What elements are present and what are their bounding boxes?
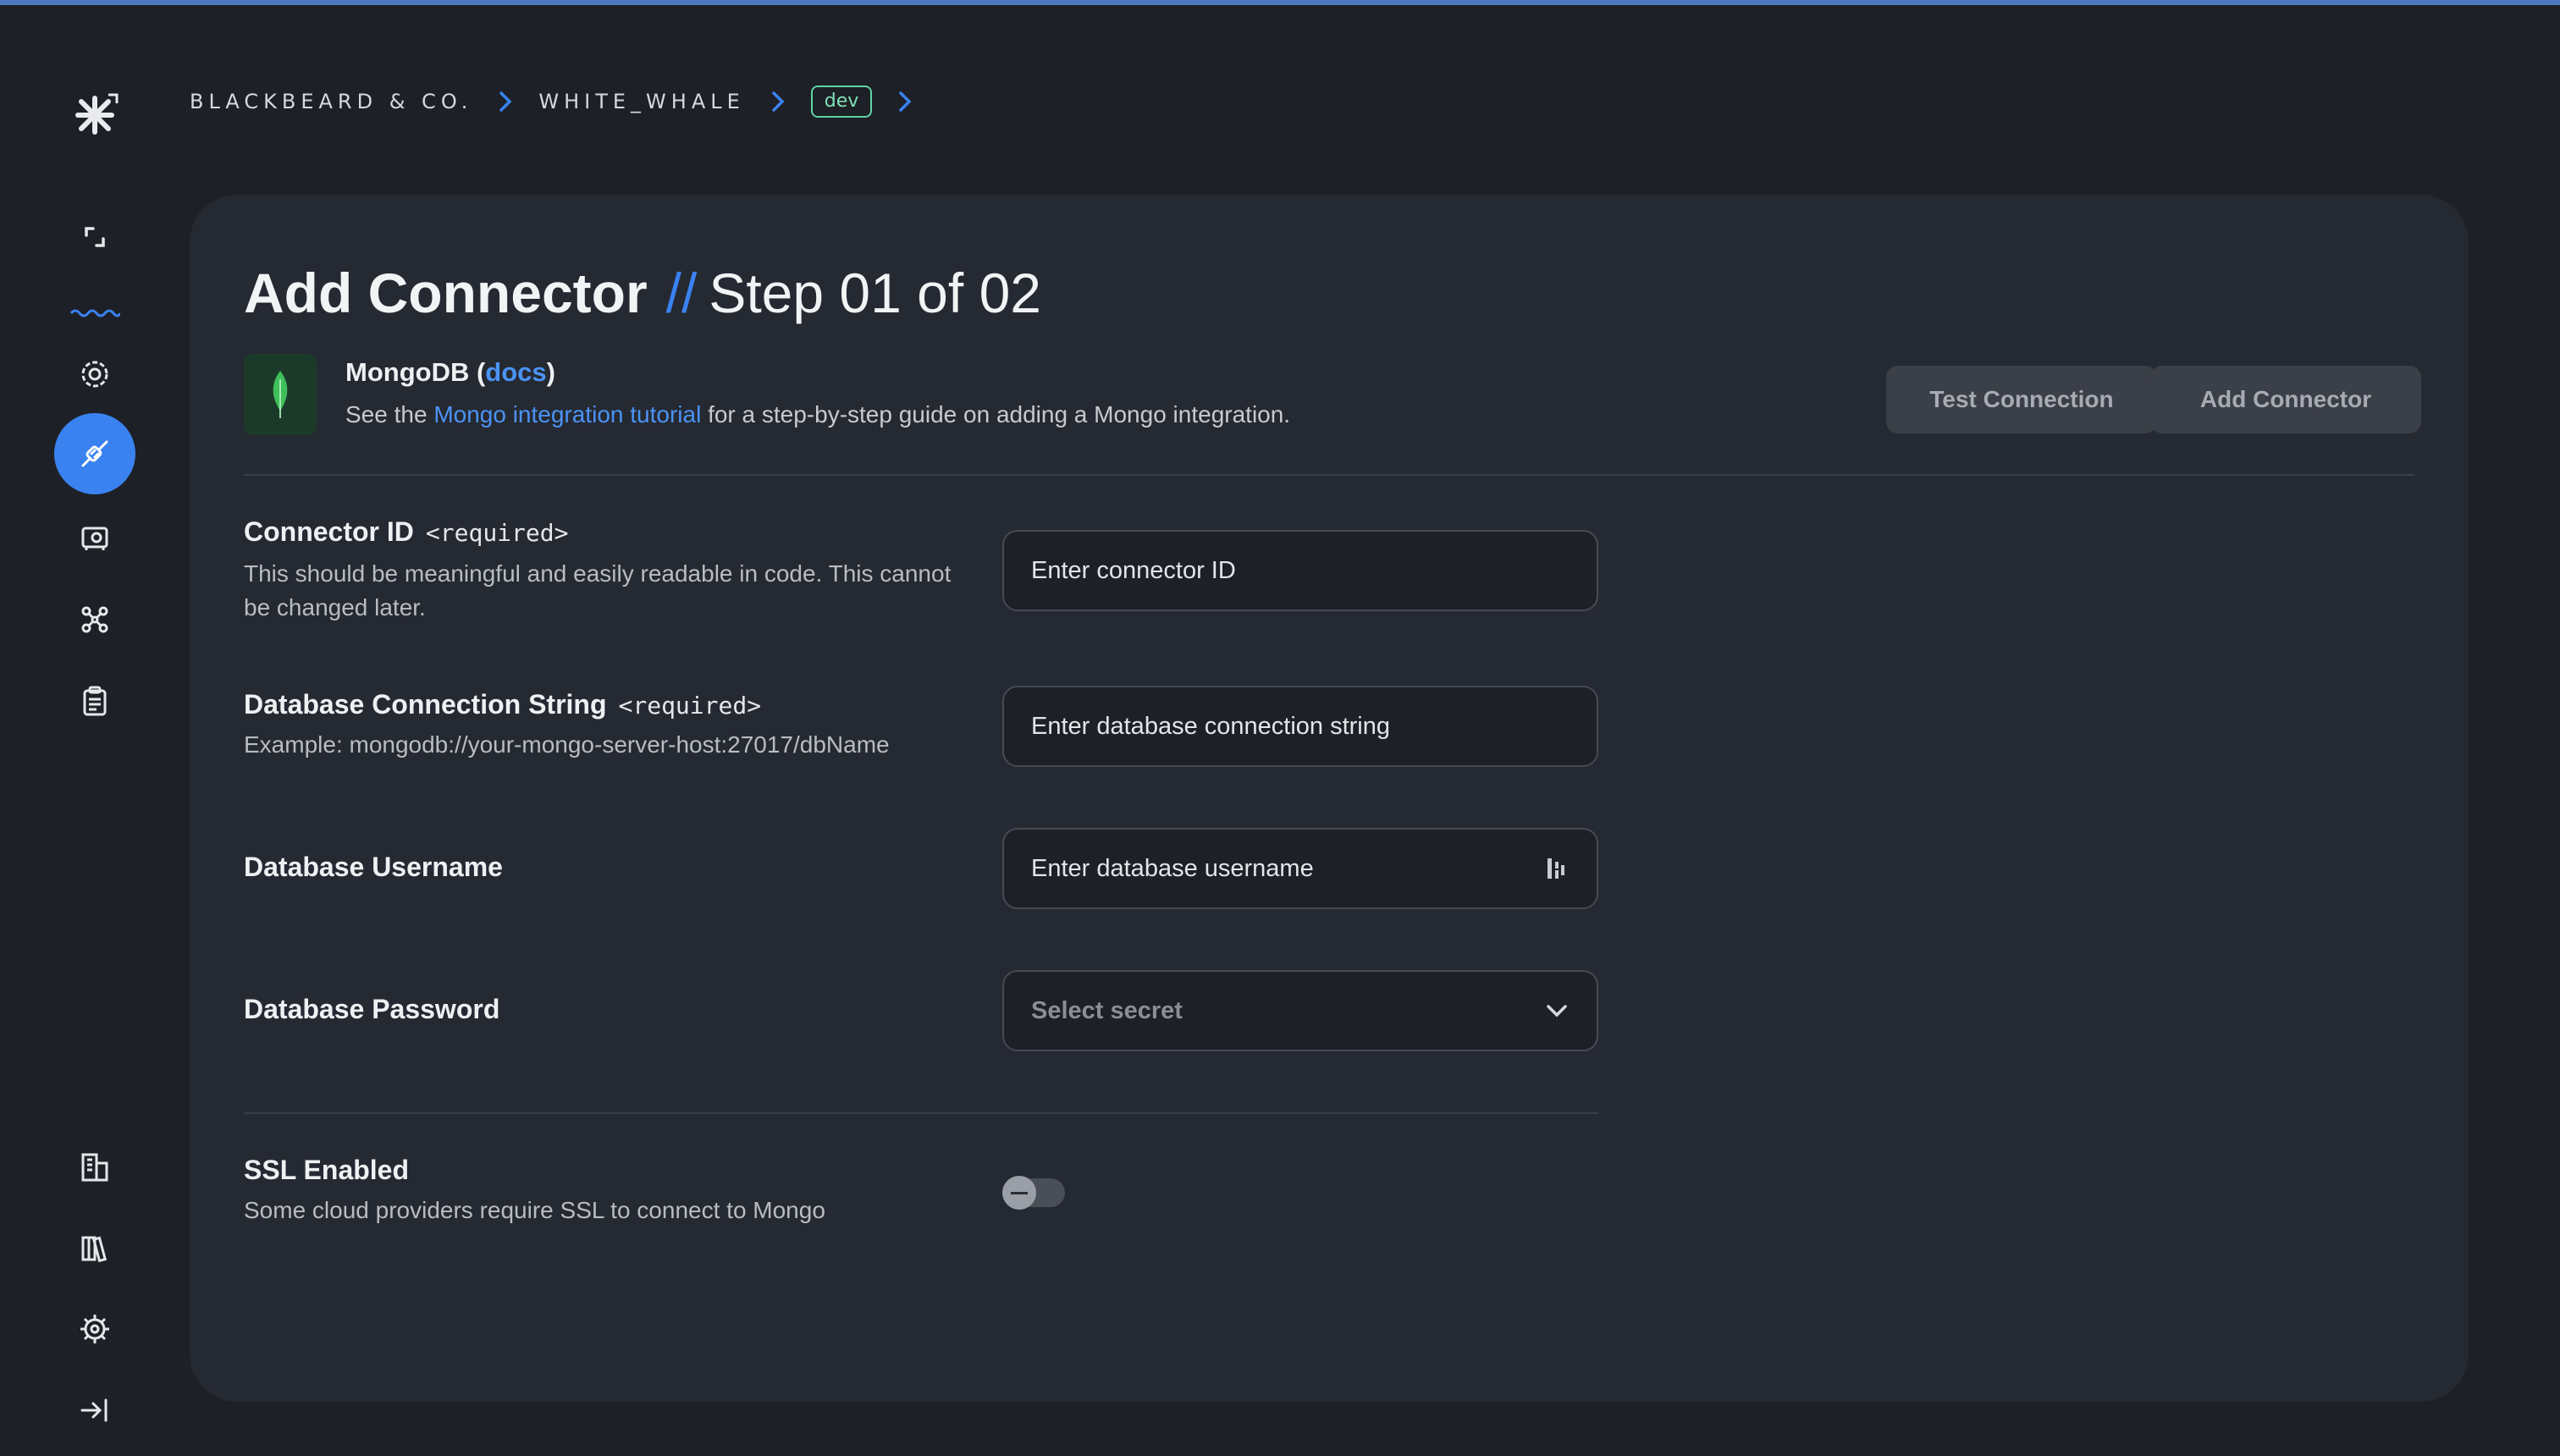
title-separator: // — [665, 262, 698, 324]
docs-link[interactable]: docs — [485, 357, 546, 387]
settings-gear-icon[interactable] — [54, 334, 135, 415]
window-top-accent — [0, 0, 2560, 5]
connectors-plug-icon[interactable] — [54, 413, 135, 494]
chevron-down-icon — [1547, 1005, 1567, 1018]
connection-string-help: Example: mongodb://your-mongo-server-hos… — [244, 731, 890, 758]
connector-type-label: MongoDB — [345, 357, 470, 387]
breadcrumb-org[interactable]: BLACKBEARD & CO. — [190, 90, 472, 113]
mongo-tutorial-link[interactable]: Mongo integration tutorial — [433, 401, 701, 427]
library-books-icon[interactable] — [54, 1207, 135, 1288]
clipboard-icon[interactable] — [54, 660, 135, 742]
password-label: Database Password — [244, 994, 500, 1024]
breadcrumb: BLACKBEARD & CO. WHITE_WHALE dev — [190, 81, 938, 122]
ssl-label: SSL Enabled — [244, 1155, 410, 1185]
environment-badge[interactable]: dev — [810, 85, 873, 118]
connector-id-input[interactable] — [1002, 530, 1598, 611]
connector-close-paren: ) — [546, 357, 555, 387]
connection-string-input[interactable] — [1002, 686, 1598, 767]
vault-icon[interactable] — [54, 498, 135, 579]
username-label: Database Username — [244, 852, 503, 882]
connector-id-label: Connector ID <required> — [244, 516, 568, 548]
page-title-text: Add Connector — [244, 262, 648, 324]
building-icon[interactable] — [54, 1126, 135, 1207]
page-title: Add Connector // Step 01 of 02 — [244, 261, 1041, 325]
connector-name: MongoDB (docs) — [345, 357, 555, 388]
connector-description: See the Mongo integration tutorial for a… — [345, 401, 1290, 428]
section-divider — [244, 1112, 1598, 1114]
sidebar — [0, 5, 190, 1456]
required-tag: <required> — [618, 692, 762, 720]
ssl-toggle[interactable] — [1002, 1176, 1065, 1210]
username-field — [1002, 828, 1598, 909]
graph-nodes-icon[interactable] — [54, 579, 135, 660]
mongodb-leaf-icon — [244, 354, 317, 435]
description-prefix: See the — [345, 401, 434, 427]
collapse-sidebar-icon[interactable] — [54, 1370, 135, 1451]
step-indicator: Step 01 of 02 — [709, 262, 1041, 324]
ssl-help: Some cloud providers require SSL to conn… — [244, 1197, 825, 1223]
connection-string-label: Database Connection String <required> — [244, 689, 761, 720]
connector-id-help: This should be meaningful and easily rea… — [244, 560, 952, 620]
chevron-right-icon — [488, 81, 523, 122]
connector-open-paren: ( — [469, 357, 486, 387]
connection-string-label-text: Database Connection String — [244, 689, 607, 720]
test-connection-button[interactable]: Test Connection — [1886, 366, 2157, 433]
password-secret-select[interactable]: Select secret — [1002, 970, 1598, 1051]
header-divider — [244, 474, 2414, 476]
toggle-knob — [1002, 1176, 1036, 1210]
select-placeholder: Select secret — [1031, 996, 1183, 1024]
password-manager-icon[interactable] — [1546, 855, 1568, 882]
required-tag: <required> — [425, 519, 569, 547]
chevron-right-icon[interactable] — [887, 81, 923, 122]
add-connector-card: Add Connector // Step 01 of 02 MongoDB (… — [190, 195, 2469, 1402]
chevron-right-icon — [760, 81, 796, 122]
expand-icon[interactable] — [54, 196, 135, 278]
asterisk-logo-icon[interactable] — [71, 90, 122, 141]
breadcrumb-project[interactable]: WHITE_WHALE — [538, 90, 744, 113]
add-connector-button[interactable]: Add Connector — [2150, 366, 2421, 433]
connector-id-label-text: Connector ID — [244, 516, 414, 547]
helm-settings-icon[interactable] — [54, 1288, 135, 1370]
username-input[interactable] — [1002, 828, 1598, 909]
description-suffix: for a step-by-step guide on adding a Mon… — [701, 401, 1291, 427]
